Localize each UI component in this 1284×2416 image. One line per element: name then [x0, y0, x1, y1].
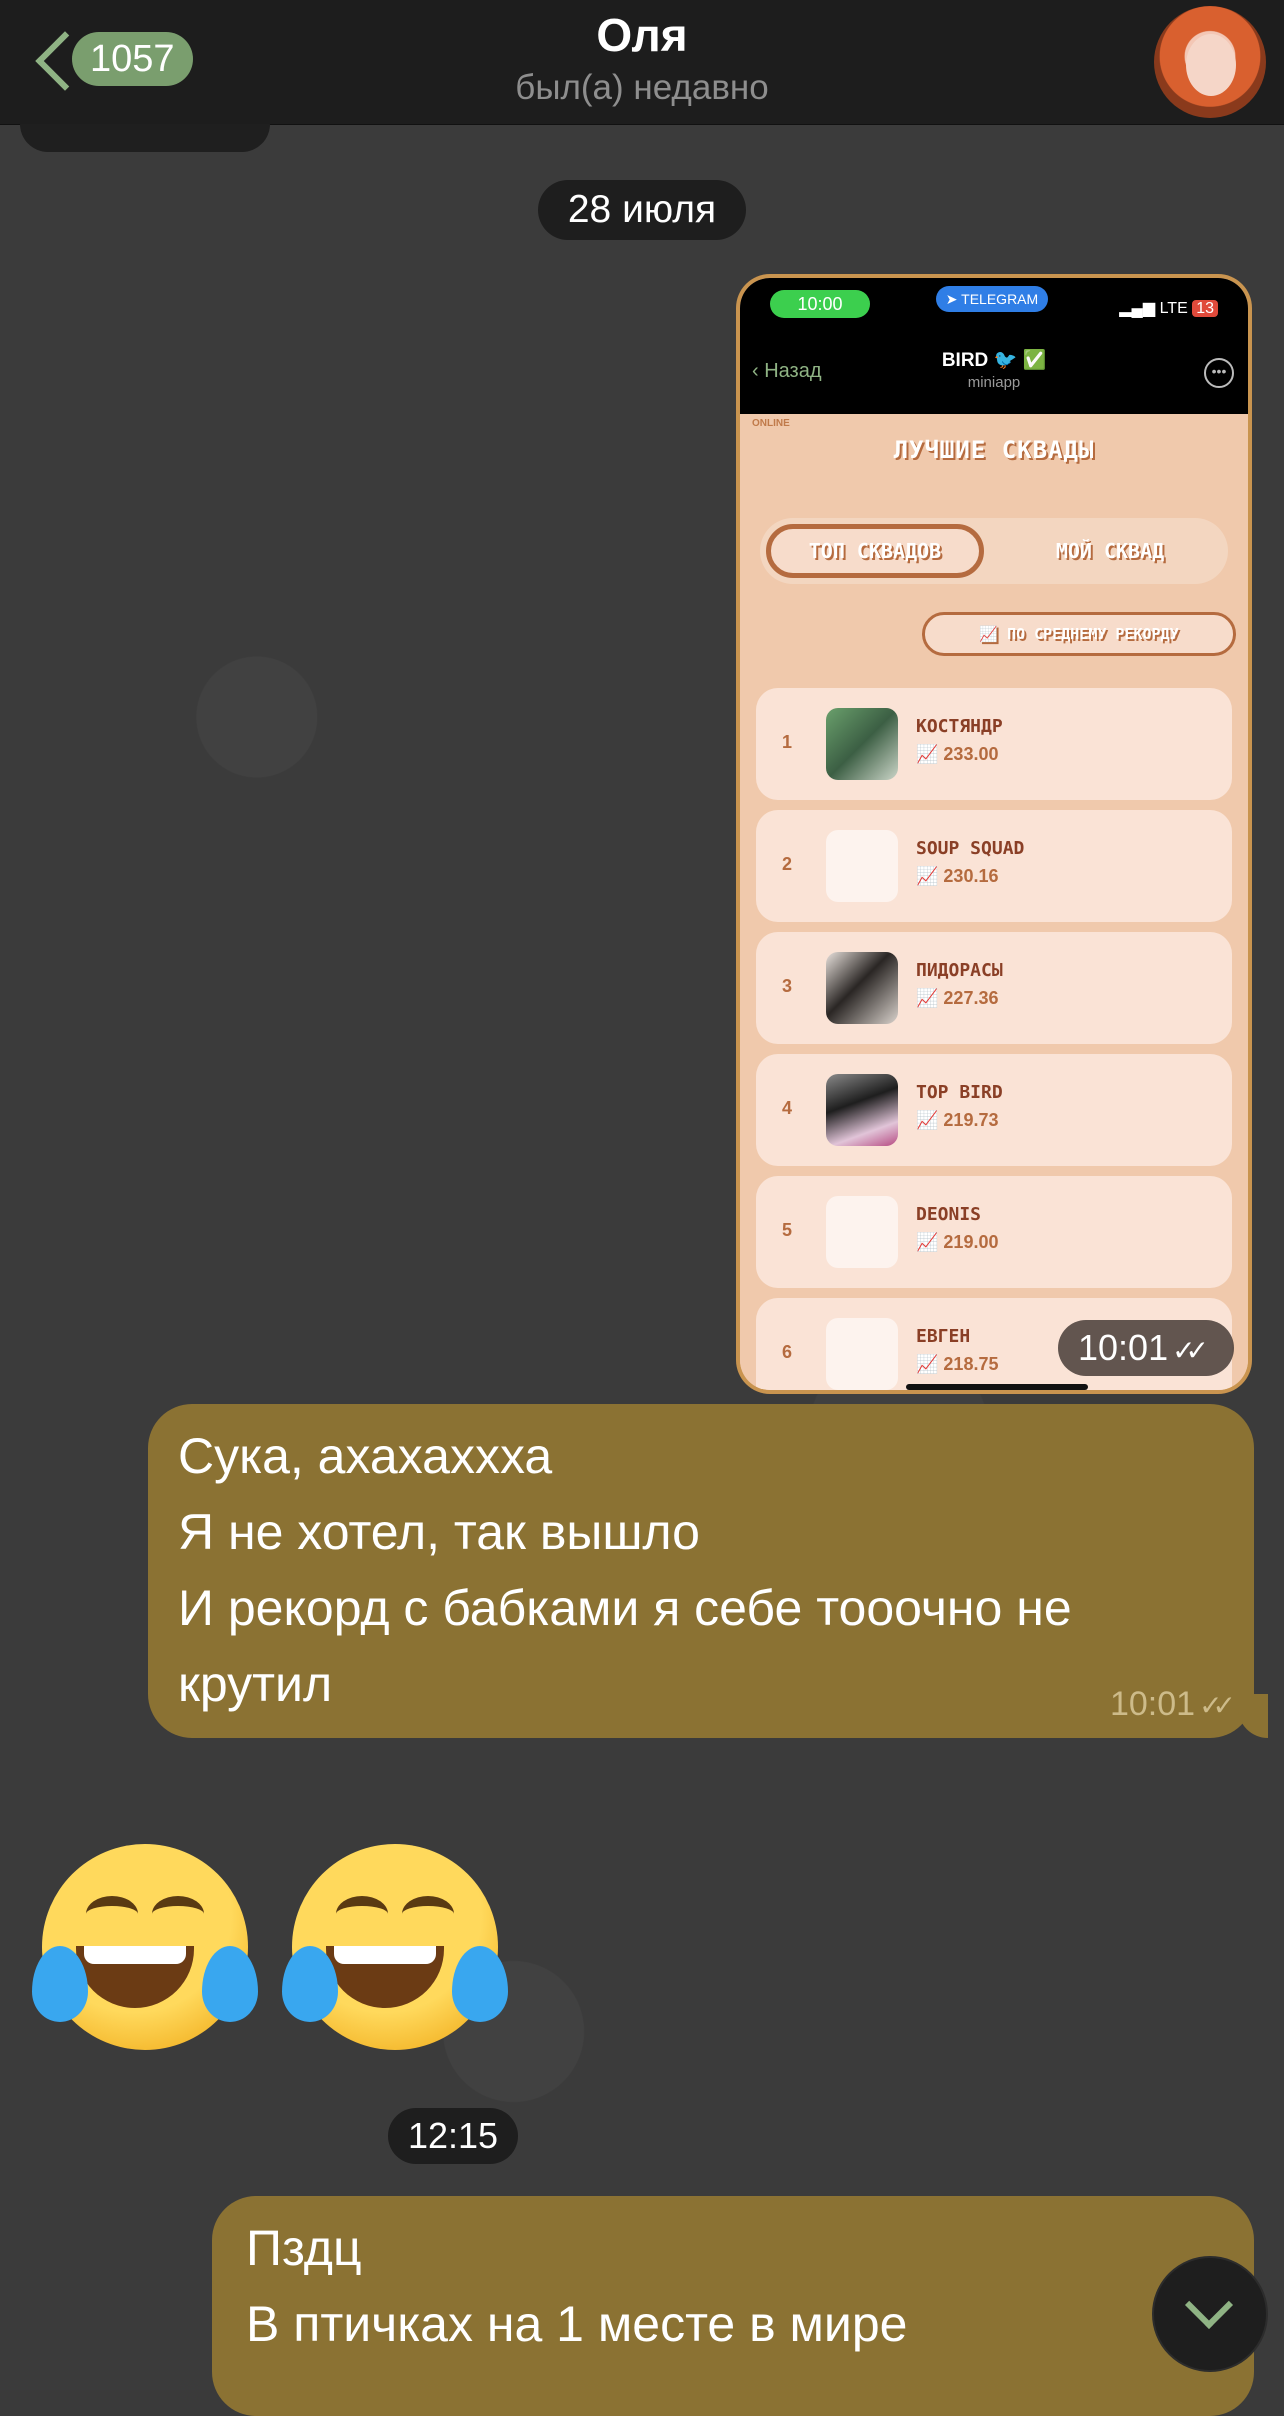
telegram-pill: ➤ TELEGRAM — [936, 286, 1048, 312]
phone-status-bar: 10:00 ➤ TELEGRAM ▂▄▆ LTE 13 — [740, 278, 1248, 334]
message-line: Пздц — [246, 2220, 362, 2276]
squad-avatar — [826, 830, 898, 902]
battery-icon: 13 — [1192, 300, 1218, 317]
squad-avatar — [826, 1318, 898, 1390]
screenshot-message[interactable]: 10:00 ➤ TELEGRAM ▂▄▆ LTE 13 ‹ Назад BIRD… — [736, 274, 1252, 1394]
message-timestamp: 10:01 ✓✓ — [1109, 1685, 1236, 1723]
miniapp-sub: miniapp — [967, 374, 1021, 391]
message-line: И рекорд с бабками я себе тооочно не — [178, 1580, 1072, 1636]
network-indicator: ▂▄▆ LTE 13 — [1119, 298, 1218, 318]
tab-my-squad: МОЙ СКВАД — [1055, 539, 1165, 563]
squad-avatar — [826, 1196, 898, 1268]
laughing-tears-emoji-icon — [32, 1834, 258, 2060]
laughing-tears-emoji-icon — [282, 1834, 508, 2060]
list-item: 2 SOUP SQUAD 📈 230.16 — [756, 810, 1232, 922]
squad-avatar — [826, 1074, 898, 1146]
miniapp-nav: ‹ Назад BIRD 🐦 ✅ miniapp ••• — [740, 334, 1248, 414]
miniapp-body: ONLINE ЛУЧШИЕ СКВАДЫ ТОП СКВАДОВ МОЙ СКВ… — [740, 414, 1248, 1390]
scroll-down-button[interactable] — [1152, 2256, 1268, 2372]
miniapp-title: BIRD 🐦 ✅ — [941, 350, 1047, 371]
squad-tabs: ТОП СКВАДОВ МОЙ СКВАД — [760, 518, 1228, 584]
list-item: 3 ПИДОРАСЫ 📈 227.36 — [756, 932, 1232, 1044]
home-indicator — [906, 1384, 1088, 1390]
message-line: крутил — [178, 1656, 333, 1712]
message-line: Сука, ахахаххха — [178, 1428, 553, 1484]
outgoing-message[interactable]: Сука, ахахаххха Я не хотел, так вышло И … — [148, 1404, 1254, 1738]
message-line: Я не хотел, так вышло — [178, 1504, 700, 1560]
outgoing-message[interactable]: Пздц В птичках на 1 месте в мире — [212, 2196, 1254, 2416]
message-timestamp: 10:01 ✓✓ — [1058, 1320, 1234, 1376]
double-check-icon: ✓✓ — [1172, 1335, 1209, 1366]
squad-avatar — [826, 708, 898, 780]
time-divider: 12:15 — [388, 2108, 518, 2164]
date-divider: 28 июля — [538, 180, 746, 240]
tab-top-squads: ТОП СКВАДОВ — [766, 524, 984, 578]
list-item: 1 КОСТЯНДР 📈 233.00 — [756, 688, 1232, 800]
list-item: 4 TOP BIRD 📈 219.73 — [756, 1054, 1232, 1166]
avatar[interactable] — [1154, 6, 1266, 118]
message-line: В птичках на 1 месте в мире — [246, 2296, 908, 2352]
list-item: 5 DEONIS 📈 219.00 — [756, 1176, 1232, 1288]
screenshot-image: 10:00 ➤ TELEGRAM ▂▄▆ LTE 13 ‹ Назад BIRD… — [740, 278, 1248, 1390]
double-check-icon: ✓✓ — [1199, 1690, 1236, 1721]
chevron-down-icon — [1184, 2280, 1234, 2330]
chat-title[interactable]: Оля — [0, 8, 1284, 62]
chat-status: был(а) недавно — [515, 68, 769, 107]
phone-time: 10:00 — [770, 290, 870, 318]
more-icon: ••• — [1204, 358, 1234, 388]
chat-header: 1057 Оля был(а) недавно — [0, 0, 1284, 125]
sort-button: 📈 ПО СРЕДНЕМУ РЕКОРДУ — [922, 612, 1236, 656]
squad-avatar — [826, 952, 898, 1024]
previous-message-bubble — [20, 124, 270, 152]
squads-heading: ЛУЧШИЕ СКВАДЫ — [893, 436, 1095, 464]
online-label: ONLINE — [752, 418, 790, 429]
